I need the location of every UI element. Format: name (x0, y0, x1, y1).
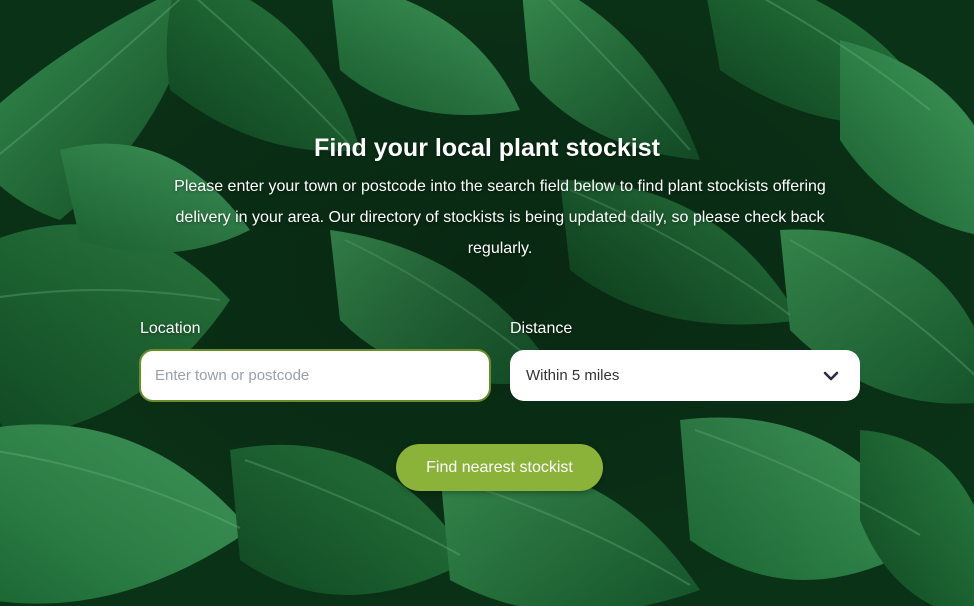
stockist-finder-page: Find your local plant stockist Please en… (0, 0, 974, 606)
intro-text: Please enter your town or postcode into … (174, 178, 826, 257)
page-title: Find your local plant stockist (314, 134, 660, 162)
distance-select[interactable]: Within 5 miles (510, 350, 860, 401)
hero-section: Find your local plant stockist Please en… (0, 0, 974, 606)
location-input[interactable] (139, 349, 491, 402)
find-nearest-stockist-button[interactable]: Find nearest stockist (396, 444, 603, 491)
location-label: Location (140, 320, 201, 337)
distance-label: Distance (510, 320, 573, 337)
chevron-down-icon (822, 370, 840, 382)
distance-selected-value: Within 5 miles (526, 367, 620, 384)
